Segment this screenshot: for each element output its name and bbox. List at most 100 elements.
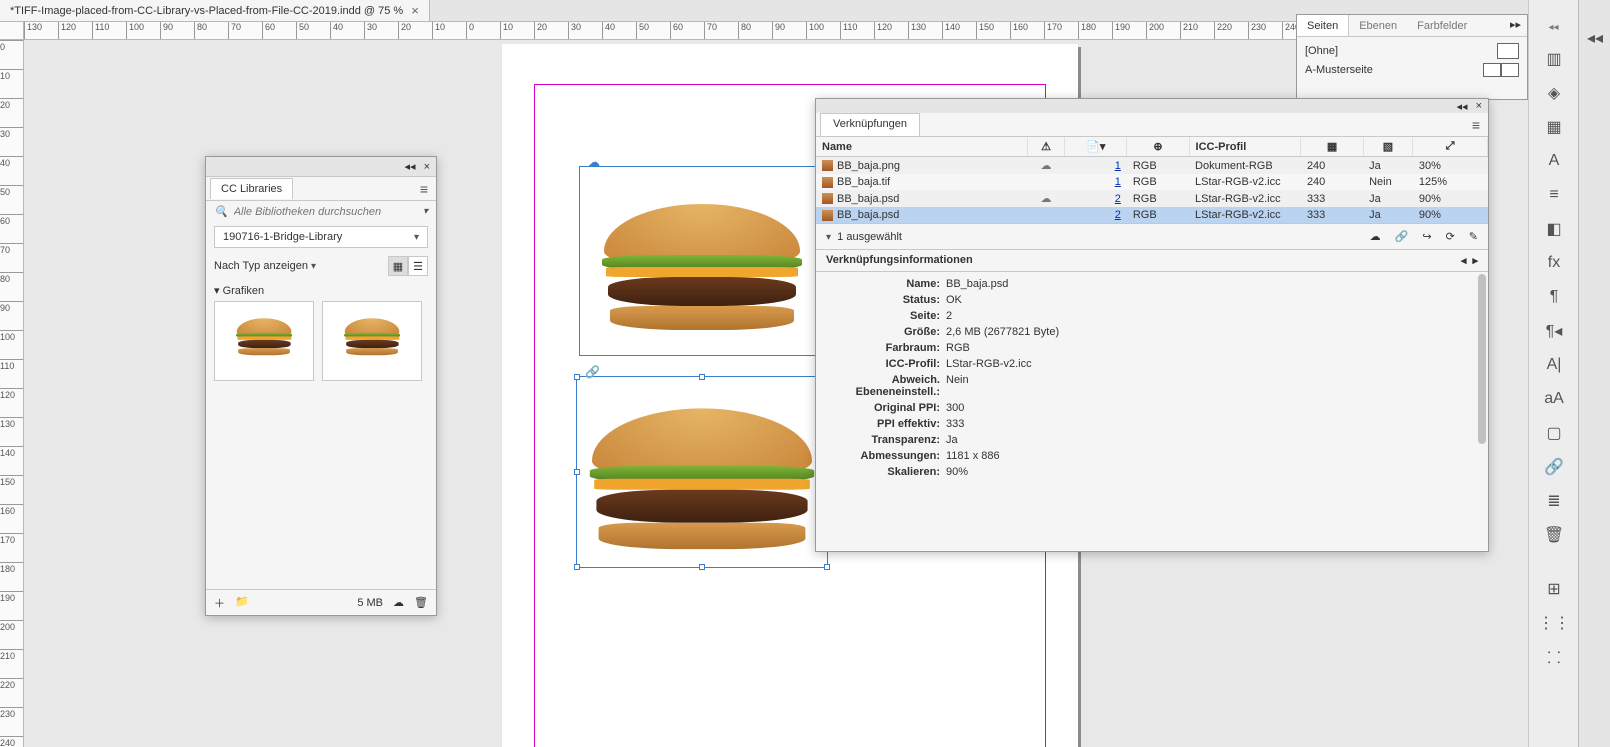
tab-swatches[interactable]: Farbfelder — [1407, 15, 1477, 36]
info-scale: 90% — [946, 466, 968, 478]
col-colorspace-icon[interactable]: ⊕ — [1127, 137, 1189, 157]
trash-icon[interactable]: 🗑 — [414, 596, 428, 609]
cc-libraries-tab[interactable]: CC Libraries — [210, 178, 293, 199]
close-icon[interactable]: × — [424, 161, 430, 173]
collapse-outer-icon[interactable]: ◂◂ — [1579, 22, 1610, 54]
separations-icon[interactable]: ⋮⋮ — [1529, 606, 1579, 640]
col-trans-icon[interactable]: ▧ — [1363, 137, 1413, 157]
placed-image-1[interactable]: ☁ — [579, 166, 825, 356]
chevron-down-icon[interactable]: ▾ — [826, 232, 831, 243]
col-ppi-icon[interactable]: ▦ — [1301, 137, 1363, 157]
ruler-origin[interactable] — [0, 22, 24, 40]
links-panel-icon[interactable]: 🔗 — [1529, 450, 1579, 484]
search-icon: 🔍 — [214, 205, 228, 218]
link-row[interactable]: BB_baja.psd☁2RGBLStar-RGB-v2.icc333Ja90% — [816, 190, 1488, 207]
chevron-down-icon[interactable]: ▾ — [423, 206, 428, 217]
links-tab[interactable]: Verknüpfungen — [820, 113, 920, 136]
master-thumb-icon — [1497, 43, 1519, 59]
info-icc: LStar-RGB-v2.icc — [946, 358, 1032, 370]
relink-cloud-icon[interactable]: ☁ — [1370, 230, 1381, 243]
search-input[interactable] — [234, 206, 417, 218]
master-none-row[interactable]: [Ohne] — [1305, 41, 1519, 61]
col-status-icon[interactable]: ⚠ — [1027, 137, 1064, 157]
tab-pages[interactable]: Seiten — [1297, 15, 1349, 36]
close-icon[interactable]: × — [1476, 100, 1482, 112]
scrollbar[interactable] — [1478, 274, 1486, 444]
update-link-icon[interactable]: ⟳ — [1446, 230, 1455, 243]
close-icon[interactable]: × — [411, 3, 419, 18]
library-asset-thumb[interactable] — [214, 301, 314, 381]
goto-link-icon[interactable]: ↪ — [1422, 230, 1431, 243]
info-layercomp: Nein — [946, 374, 969, 398]
master-spread-thumb-icon — [1483, 63, 1519, 77]
pages-panel-icon[interactable]: ▥ — [1529, 42, 1579, 76]
col-page-icon[interactable]: 📄▾ — [1065, 137, 1127, 157]
library-dropdown[interactable]: 190716-1-Bridge-Library ▾ — [214, 226, 428, 248]
resize-handle[interactable] — [699, 374, 705, 380]
cloud-sync-icon[interactable]: ☁ — [393, 596, 404, 609]
placed-image-2-selected[interactable]: 🔗 — [576, 376, 828, 568]
paragraph-styles-icon[interactable]: ¶◂ — [1529, 314, 1579, 348]
prev-link-button[interactable]: ◂ — [1461, 255, 1467, 267]
sort-by-type[interactable]: Nach Typ anzeigen ▾ — [214, 260, 316, 272]
char-styles-icon[interactable]: A| — [1529, 348, 1579, 382]
info-colorspace: RGB — [946, 342, 970, 354]
link-row[interactable]: BB_baja.psd2RGBLStar-RGB-v2.icc333Ja90% — [816, 207, 1488, 223]
expand-icon[interactable]: ▸▸ — [1504, 15, 1527, 36]
panel-header[interactable]: ◂◂ × — [206, 157, 436, 177]
selected-count: 1 ausgewählt — [837, 231, 902, 243]
add-asset-button[interactable]: ＋ — [214, 595, 225, 611]
document-tab[interactable]: *TIFF-Image-placed-from-CC-Library-vs-Pl… — [0, 0, 430, 21]
resize-handle[interactable] — [574, 469, 580, 475]
resize-handle[interactable] — [574, 374, 580, 380]
burger-graphic — [345, 318, 400, 356]
layers-panel-icon[interactable]: ◈ — [1529, 76, 1579, 110]
pages-panel: Seiten Ebenen Farbfelder ▸▸ [Ohne] A-Mus… — [1296, 14, 1528, 100]
align-panel-icon[interactable]: ≣ — [1529, 484, 1579, 518]
panel-menu-icon[interactable]: ≡ — [416, 181, 432, 197]
link-info-title: Verknüpfungsinformationen — [826, 254, 973, 267]
library-search[interactable]: 🔍 ▾ — [206, 201, 436, 222]
panel-menu-icon[interactable]: ≡ — [1464, 113, 1488, 136]
object-styles-icon[interactable]: aA — [1529, 382, 1579, 416]
paragraph-panel-icon[interactable]: ¶ — [1529, 280, 1579, 314]
trash-icon[interactable]: 🗑 — [1529, 518, 1579, 552]
resize-handle[interactable] — [574, 564, 580, 570]
scripts-icon[interactable]: ⸬ — [1529, 640, 1579, 674]
effects-panel-icon[interactable]: fx — [1529, 246, 1579, 280]
collapse-icon[interactable]: ◂◂ — [405, 160, 416, 173]
relink-icon[interactable]: 🔗 — [1395, 230, 1409, 243]
vertical-ruler[interactable]: 0102030405060708090100110120130140150160… — [0, 40, 24, 747]
list-view-button[interactable]: ☰ — [408, 256, 428, 276]
col-name[interactable]: Name — [816, 137, 1027, 157]
link-row[interactable]: BB_baja.png☁1RGBDokument-RGB240Ja30% — [816, 157, 1488, 175]
links-panel: ◂◂ × Verknüpfungen ≡ Name ⚠ 📄▾ ⊕ ICC-Pro… — [815, 98, 1489, 552]
preflight-icon[interactable]: ⊞ — [1529, 572, 1579, 606]
expand-dock-icon[interactable]: ◂◂ — [1529, 22, 1578, 42]
library-asset-thumb[interactable] — [322, 301, 422, 381]
collapse-icon[interactable]: ◂◂ — [1457, 100, 1468, 113]
edit-original-icon[interactable]: ✎ — [1469, 230, 1478, 243]
master-a-label: A-Musterseite — [1305, 64, 1373, 76]
col-icc[interactable]: ICC-Profil — [1189, 137, 1301, 157]
master-none-label: [Ohne] — [1305, 45, 1338, 57]
link-row[interactable]: BB_baja.tif1RGBLStar-RGB-v2.icc240Nein12… — [816, 174, 1488, 190]
resize-handle[interactable] — [824, 564, 830, 570]
section-header-graphics[interactable]: ▾ Grafiken — [206, 280, 436, 301]
info-status: OK — [946, 294, 962, 306]
grid-view-button[interactable]: ▦ — [388, 256, 408, 276]
panel-header[interactable]: ◂◂ × — [816, 99, 1488, 113]
chevron-down-icon: ▾ — [414, 232, 419, 243]
color-panel-icon[interactable]: ◧ — [1529, 212, 1579, 246]
cc-libraries-icon[interactable]: ▢ — [1529, 416, 1579, 450]
burger-graphic — [237, 318, 292, 356]
stroke-panel-icon[interactable]: ≡ — [1529, 178, 1579, 212]
master-a-row[interactable]: A-Musterseite — [1305, 61, 1519, 79]
next-link-button[interactable]: ▸ — [1472, 255, 1478, 267]
resize-handle[interactable] — [699, 564, 705, 570]
col-scale-icon[interactable]: ⤢ — [1413, 137, 1488, 157]
glyphs-panel-icon[interactable]: A — [1529, 144, 1579, 178]
swatches-panel-icon[interactable]: ▦ — [1529, 110, 1579, 144]
folder-icon[interactable]: 📁 — [235, 595, 249, 611]
tab-layers[interactable]: Ebenen — [1349, 15, 1407, 36]
